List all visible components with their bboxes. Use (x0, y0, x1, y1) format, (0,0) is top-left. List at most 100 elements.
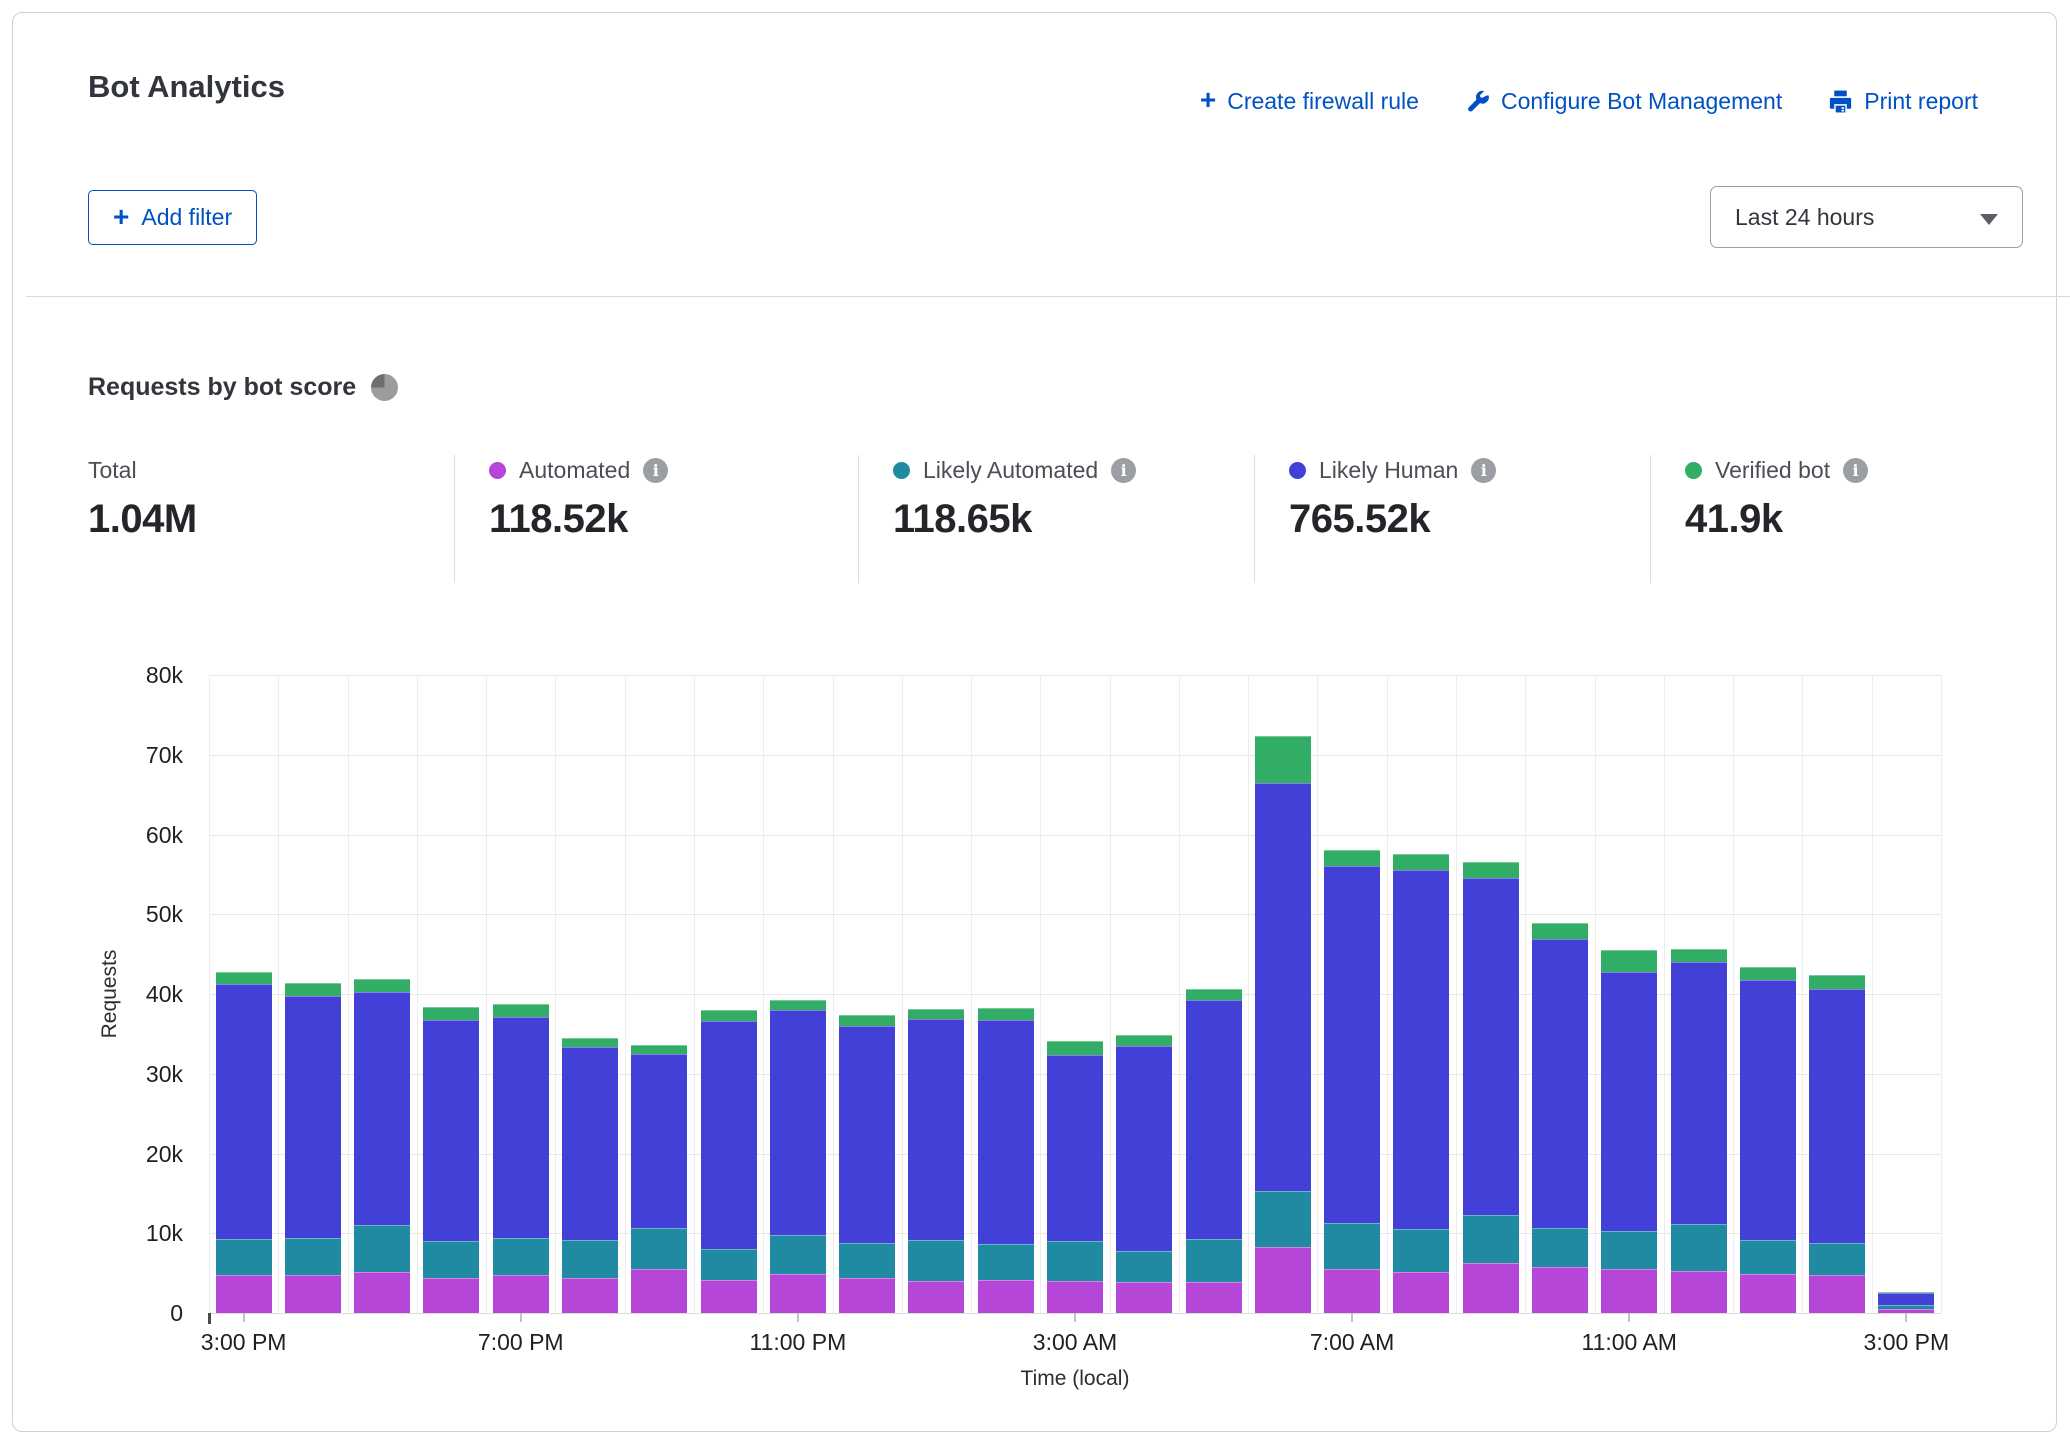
bar-8-00-pm[interactable] (562, 1038, 618, 1313)
bar-2-00-am[interactable] (978, 1008, 1034, 1313)
segment-likely-automated (562, 1240, 618, 1278)
segment-automated (1601, 1269, 1657, 1313)
add-filter-label: Add filter (141, 204, 232, 231)
print-report-link[interactable]: Print report (1828, 88, 1978, 115)
info-icon[interactable]: i (1111, 458, 1136, 483)
bar-7-00-pm[interactable] (493, 1004, 549, 1313)
info-icon[interactable]: i (1471, 458, 1496, 483)
segment-automated (1255, 1247, 1311, 1313)
gridline-v (763, 675, 764, 1313)
bar-2-00-pm[interactable] (1809, 975, 1865, 1313)
segment-likely-human (354, 992, 410, 1225)
gridline-v (625, 675, 626, 1313)
bar-9-00-pm[interactable] (631, 1045, 687, 1313)
stat-likely-automated-value: 118.65k (893, 497, 1228, 542)
segment-likely-human (562, 1047, 618, 1239)
gridline-v (902, 675, 903, 1313)
time-range-dropdown[interactable]: Last 24 hours (1710, 186, 2023, 248)
segment-verified-bot (1809, 975, 1865, 989)
segment-verified-bot (354, 979, 410, 993)
x-tick-label: 3:00 PM (1864, 1329, 1950, 1356)
bar-10-00-pm[interactable] (701, 1010, 757, 1313)
segment-likely-automated (1878, 1305, 1934, 1309)
gridline-h (209, 835, 1941, 836)
bar-3-00-pm[interactable] (1878, 1292, 1934, 1313)
bar-6-00-pm[interactable] (423, 1007, 479, 1313)
pie-chart-icon (371, 374, 398, 401)
create-firewall-rule-link[interactable]: + Create firewall rule (1200, 87, 1419, 115)
segment-automated (285, 1275, 341, 1313)
x-tick-mark (1351, 1313, 1353, 1322)
bar-10-00-am[interactable] (1532, 923, 1588, 1313)
configure-bot-management-label: Configure Bot Management (1501, 88, 1782, 115)
x-axis-labels: 3:00 PM7:00 PM11:00 PM3:00 AM7:00 AM11:0… (209, 1329, 1941, 1363)
segment-likely-automated (1324, 1223, 1380, 1269)
bar-11-00-pm[interactable] (770, 1000, 826, 1313)
bar-3-00-pm[interactable] (216, 972, 272, 1313)
segment-likely-automated (770, 1235, 826, 1274)
add-filter-button[interactable]: + Add filter (88, 190, 257, 245)
segment-likely-human (1393, 870, 1449, 1229)
segment-likely-automated (1809, 1243, 1865, 1275)
info-icon[interactable]: i (1843, 458, 1868, 483)
segment-verified-bot (1324, 850, 1380, 865)
bot-analytics-card: Bot Analytics + Create firewall rule Con… (12, 12, 2057, 1432)
x-tick-label: 11:00 PM (750, 1329, 847, 1356)
legend-dot-likely-automated (893, 462, 910, 479)
segment-likely-automated (1532, 1228, 1588, 1267)
segment-likely-human (1255, 783, 1311, 1191)
header-actions: + Create firewall rule Configure Bot Man… (1200, 87, 1978, 115)
gridline-v (1110, 675, 1111, 1313)
segment-likely-human (1671, 962, 1727, 1224)
section-title: Requests by bot score (88, 373, 398, 402)
gridline-v (833, 675, 834, 1313)
segment-verified-bot (839, 1015, 895, 1026)
printer-icon (1828, 89, 1853, 114)
segment-likely-human (701, 1021, 757, 1249)
gridline-v (278, 675, 279, 1313)
bar-11-00-am[interactable] (1601, 950, 1657, 1313)
bar-3-00-am[interactable] (1047, 1041, 1103, 1313)
configure-bot-management-link[interactable]: Configure Bot Management (1465, 88, 1782, 115)
segment-likely-automated (1740, 1240, 1796, 1274)
bar-8-00-am[interactable] (1393, 854, 1449, 1313)
stat-total: Total 1.04M (88, 455, 418, 583)
stat-total-label: Total (88, 457, 137, 484)
y-tick-label: 10k (13, 1218, 183, 1248)
segment-likely-human (1809, 989, 1865, 1243)
bar-4-00-am[interactable] (1116, 1035, 1172, 1313)
time-range-value: Last 24 hours (1735, 204, 1874, 231)
segment-likely-automated (1186, 1239, 1242, 1282)
segment-verified-bot (1601, 950, 1657, 972)
bar-5-00-pm[interactable] (354, 979, 410, 1313)
x-tick-mark (1074, 1313, 1076, 1322)
bar-12-00-pm[interactable] (1671, 949, 1727, 1313)
bar-12-00-am[interactable] (839, 1015, 895, 1313)
gridline-v (1179, 675, 1180, 1313)
gridline-h (209, 755, 1941, 756)
gridline-v (1040, 675, 1041, 1313)
x-tick-mark (1905, 1313, 1907, 1322)
y-tick-label: 50k (13, 899, 183, 929)
segment-automated (908, 1281, 964, 1313)
bar-5-00-am[interactable] (1186, 989, 1242, 1313)
segment-automated (701, 1280, 757, 1313)
segment-verified-bot (216, 972, 272, 985)
stacked-bar-chart (209, 675, 1941, 1313)
segment-automated (354, 1272, 410, 1313)
bar-1-00-am[interactable] (908, 1009, 964, 1313)
bar-7-00-am[interactable] (1324, 850, 1380, 1313)
y-tick-label: 30k (13, 1059, 183, 1089)
bar-4-00-pm[interactable] (285, 983, 341, 1313)
x-tick-mark (520, 1313, 522, 1322)
bar-1-00-pm[interactable] (1740, 967, 1796, 1313)
y-tick-label: 80k (13, 660, 183, 690)
segment-verified-bot (770, 1000, 826, 1010)
gridline-v (348, 675, 349, 1313)
segment-automated (1324, 1269, 1380, 1313)
gridline-v (694, 675, 695, 1313)
info-icon[interactable]: i (643, 458, 668, 483)
segment-likely-automated (1463, 1215, 1519, 1263)
bar-9-00-am[interactable] (1463, 862, 1519, 1313)
bar-6-00-am[interactable] (1255, 736, 1311, 1313)
